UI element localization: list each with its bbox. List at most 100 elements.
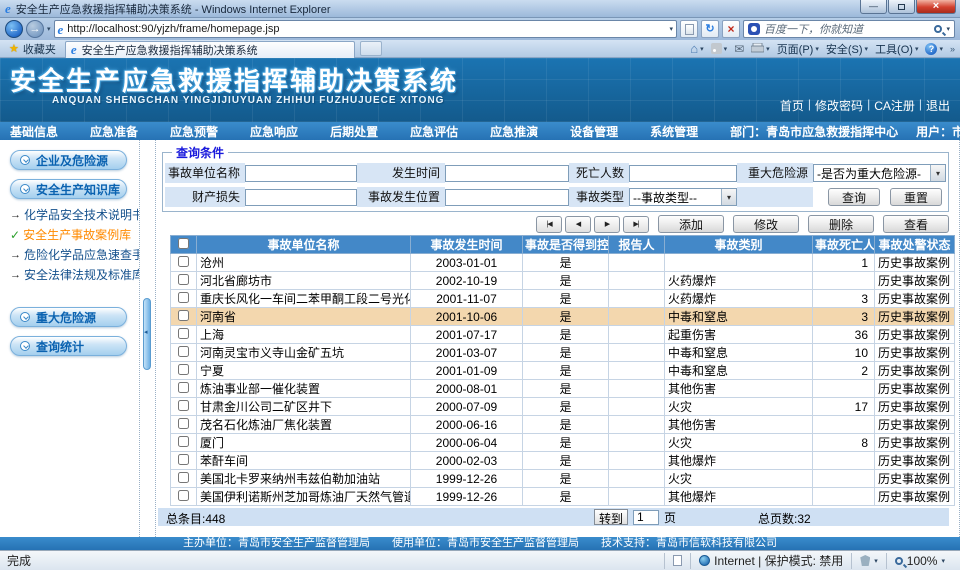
sidebar-group-button[interactable]: 重大危险源: [10, 307, 127, 327]
row-checkbox[interactable]: [178, 256, 189, 267]
sidebar-item[interactable]: ✓安全生产事故案例库: [10, 228, 139, 243]
header-link[interactable]: 修改密码: [815, 97, 863, 114]
table-row[interactable]: 沧州2003-01-01是1历史事故案例: [171, 254, 955, 272]
browser-tab[interactable]: e 安全生产应急救援指挥辅助决策系统: [65, 41, 355, 58]
table-row[interactable]: 炼油事业部一催化装置2000-08-01是其他伤害历史事故案例: [171, 380, 955, 398]
row-checkbox[interactable]: [178, 436, 189, 447]
table-row[interactable]: 苯酐车间2000-02-03是其他爆炸历史事故案例: [171, 452, 955, 470]
sidebar-group-button[interactable]: 企业及危险源: [10, 150, 127, 170]
header-link[interactable]: CA注册: [874, 97, 915, 114]
row-checkbox[interactable]: [178, 490, 189, 501]
search-button[interactable]: 查询: [828, 188, 880, 206]
sidebar-group-button[interactable]: 查询统计: [10, 336, 127, 356]
sidebar-item[interactable]: →危险化学品应急速查手...: [10, 248, 139, 263]
query-input[interactable]: [629, 165, 737, 182]
row-checkbox[interactable]: [178, 292, 189, 303]
row-checkbox[interactable]: [178, 274, 189, 285]
forward-button[interactable]: →: [26, 20, 44, 38]
row-checkbox[interactable]: [178, 472, 189, 483]
protected-mode-button[interactable]: ▾: [851, 553, 886, 569]
query-input[interactable]: [245, 165, 357, 182]
maximize-button[interactable]: [888, 0, 915, 14]
next-page-button[interactable]: ▶: [594, 216, 620, 233]
nav-item[interactable]: 应急推演: [490, 123, 538, 140]
new-tab-button[interactable]: [360, 41, 382, 56]
table-row[interactable]: 河北省廊坊市2002-10-19是火药爆炸历史事故案例: [171, 272, 955, 290]
row-checkbox[interactable]: [178, 418, 189, 429]
table-row[interactable]: 美国伊利诺斯州芝加哥炼油厂天然气管道1999-12-26是其他爆炸历史事故案例: [171, 488, 955, 506]
sidebar-item[interactable]: →安全法律法规及标准库: [10, 268, 139, 283]
nav-item[interactable]: 系统管理: [650, 123, 698, 140]
security-menu-button[interactable]: 安全(S)▾: [826, 41, 868, 57]
row-checkbox[interactable]: [178, 328, 189, 339]
search-icon[interactable]: [934, 25, 942, 33]
url-text[interactable]: http://localhost:90/yjzh/frame/homepage.…: [67, 23, 665, 35]
query-input[interactable]: [245, 189, 357, 206]
help-button[interactable]: ?▾: [925, 43, 943, 55]
sidebar-item[interactable]: →化学品安全技术说明书: [10, 208, 139, 223]
add-button[interactable]: 添加: [658, 215, 724, 233]
nav-item[interactable]: 应急评估: [410, 123, 458, 140]
nav-item[interactable]: 应急准备: [90, 123, 138, 140]
select-all-checkbox[interactable]: [178, 238, 189, 249]
header-link[interactable]: 首页: [780, 97, 804, 114]
sidebar-group-button[interactable]: 安全生产知识库: [10, 179, 127, 199]
compatibility-view-button[interactable]: [680, 20, 698, 38]
nav-item[interactable]: 基础信息: [10, 123, 58, 140]
table-row[interactable]: 厦门2000-06-04是火灾8历史事故案例: [171, 434, 955, 452]
close-button[interactable]: ×: [916, 0, 956, 14]
row-checkbox[interactable]: [178, 364, 189, 375]
nav-item[interactable]: 应急响应: [250, 123, 298, 140]
query-select[interactable]: --事故类型--▾: [629, 188, 737, 206]
table-row[interactable]: 茂名石化炼油厂焦化装置2000-06-16是其他伤害历史事故案例: [171, 416, 955, 434]
table-row[interactable]: 河南省2001-10-06是中毒和窒息3历史事故案例: [171, 308, 955, 326]
row-checkbox[interactable]: [178, 382, 189, 393]
search-input[interactable]: 百度一下，你就知道 ▾: [743, 20, 955, 38]
nav-item[interactable]: 应急预警: [170, 123, 218, 140]
query-input[interactable]: [445, 165, 569, 182]
query-select[interactable]: -是否为重大危险源-▾: [813, 164, 946, 182]
query-input[interactable]: [445, 189, 569, 206]
refresh-button[interactable]: ↻: [701, 20, 719, 38]
search-placeholder[interactable]: 百度一下，你就知道: [764, 21, 930, 37]
table-row[interactable]: 美国北卡罗来纳州韦兹伯勒加油站1999-12-26是火灾历史事故案例: [171, 470, 955, 488]
view-button[interactable]: 查看: [883, 215, 949, 233]
nav-item[interactable]: 设备管理: [570, 123, 618, 140]
home-button[interactable]: ⌂▾: [690, 42, 703, 55]
header-link[interactable]: 退出: [926, 97, 950, 114]
table-row[interactable]: 河南灵宝市义寺山金矿五坑2001-03-07是中毒和窒息10历史事故案例: [171, 344, 955, 362]
splitter-collapse-handle[interactable]: [143, 298, 151, 370]
table-row[interactable]: 上海2001-07-17是起重伤害36历史事故案例: [171, 326, 955, 344]
mail-button[interactable]: ✉: [734, 43, 744, 55]
reset-button[interactable]: 重置: [890, 188, 942, 206]
feed-button[interactable]: ▾: [711, 43, 728, 54]
search-dropdown-icon[interactable]: ▾: [946, 25, 950, 33]
address-field[interactable]: e http://localhost:90/yjzh/frame/homepag…: [54, 20, 677, 38]
row-checkbox[interactable]: [178, 346, 189, 357]
table-row[interactable]: 重庆长风化一车间二苯甲酮工段二号光化釜2001-11-07是火药爆炸3历史事故案…: [171, 290, 955, 308]
zoom-control[interactable]: 100% ▾: [886, 553, 953, 569]
print-button[interactable]: ▾: [751, 43, 770, 54]
first-page-button[interactable]: |◀: [536, 216, 562, 233]
address-dropdown-icon[interactable]: ▾: [669, 25, 673, 33]
table-row[interactable]: 甘肃金川公司二矿区井下2000-07-09是火灾17历史事故案例: [171, 398, 955, 416]
page-number-input[interactable]: [633, 510, 659, 525]
overflow-chevrons-icon[interactable]: »: [950, 44, 955, 54]
page-menu-button[interactable]: 页面(P)▾: [777, 41, 819, 57]
back-button[interactable]: ←: [5, 20, 23, 38]
tools-menu-button[interactable]: 工具(O)▾: [875, 41, 918, 57]
table-row[interactable]: 宁夏2001-01-09是中毒和窒息2历史事故案例: [171, 362, 955, 380]
minimize-button[interactable]: —: [860, 0, 887, 14]
last-page-button[interactable]: ▶|: [623, 216, 649, 233]
delete-button[interactable]: 删除: [808, 215, 874, 233]
stop-button[interactable]: ×: [722, 20, 740, 38]
modify-button[interactable]: 修改: [733, 215, 799, 233]
row-checkbox[interactable]: [178, 454, 189, 465]
prev-page-button[interactable]: ◀: [565, 216, 591, 233]
goto-button[interactable]: 转到: [594, 509, 628, 525]
row-checkbox[interactable]: [178, 310, 189, 321]
row-checkbox[interactable]: [178, 400, 189, 411]
favorites-button[interactable]: ★ 收藏夹: [5, 41, 60, 57]
nav-item[interactable]: 后期处置: [330, 123, 378, 140]
history-dropdown-icon[interactable]: ▾: [47, 25, 51, 33]
